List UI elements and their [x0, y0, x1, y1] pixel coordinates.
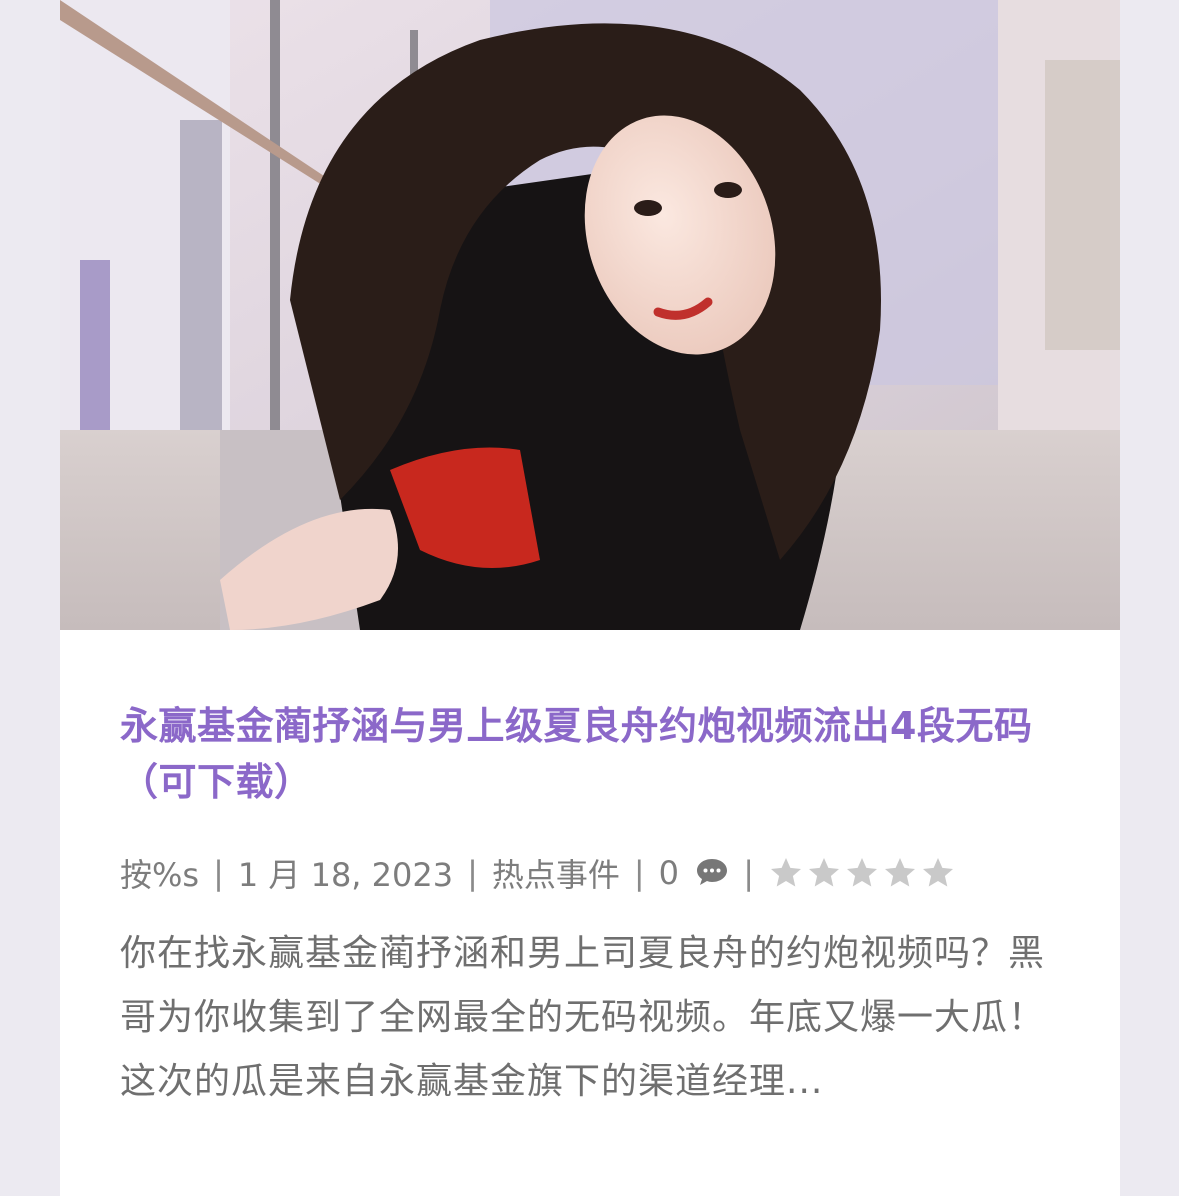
meta-separator: |	[467, 854, 478, 892]
post-rating[interactable]	[768, 855, 956, 891]
comments-link[interactable]: 0	[659, 854, 730, 892]
meta-separator: |	[633, 854, 645, 892]
meta-separator: |	[743, 854, 754, 892]
post-category[interactable]: 热点事件	[492, 850, 620, 896]
post-card: 永赢基金蔺抒涵与男上级夏良舟约炮视频流出4段无码（可下载） 按%s | 1 月 …	[60, 0, 1120, 1196]
comment-icon	[697, 859, 728, 885]
featured-image[interactable]	[60, 0, 1120, 630]
post-author[interactable]: 按%s	[120, 850, 199, 896]
star-icon	[922, 858, 953, 887]
star-icon	[846, 858, 877, 887]
featured-photo	[60, 0, 1120, 630]
post-meta: 按%s | 1 月 18, 2023 | 热点事件 | 0 |	[120, 850, 956, 896]
meta-separator: |	[213, 854, 224, 892]
post-date: 1 月 18, 2023	[237, 856, 454, 894]
post-excerpt: 你在找永赢基金蔺抒涵和男上司夏良舟的约炮视频吗？黑哥为你收集到了全网最全的无码视…	[120, 933, 1046, 1102]
star-icon	[770, 858, 801, 887]
star-icon	[884, 858, 915, 887]
post-title[interactable]: 永赢基金蔺抒涵与男上级夏良舟约炮视频流出4段无码（可下载）	[120, 698, 1070, 810]
comment-count: 0	[658, 854, 680, 892]
star-icon	[808, 858, 839, 887]
